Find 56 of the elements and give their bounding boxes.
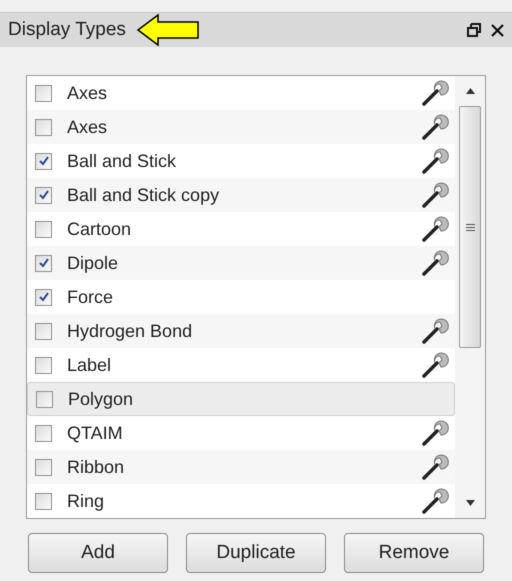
wrench-icon[interactable] <box>421 147 449 175</box>
checkbox[interactable] <box>35 288 52 306</box>
checkbox[interactable] <box>35 152 52 170</box>
check-icon <box>38 155 50 167</box>
close-icon[interactable] <box>491 24 504 36</box>
checkbox[interactable] <box>35 220 52 238</box>
wrench-icon[interactable] <box>421 487 449 515</box>
item-label: Hydrogen Bond <box>67 320 194 343</box>
wrench-icon[interactable] <box>421 113 449 141</box>
wrench-icon[interactable] <box>421 181 449 209</box>
action-button[interactable]: Remove <box>344 533 484 573</box>
item-label: QTAIM <box>67 422 124 444</box>
float-icon[interactable] <box>467 23 481 37</box>
wrench-icon[interactable] <box>421 249 449 277</box>
list-item[interactable]: Polygon <box>27 382 455 416</box>
list-item[interactable]: Dipole <box>27 246 455 280</box>
item-label: Force <box>67 286 114 308</box>
checkbox[interactable] <box>36 390 53 408</box>
item-label: Axes <box>67 82 108 104</box>
item-label: Ring <box>67 490 106 513</box>
list-item[interactable]: Hydrogen Bond <box>27 314 455 348</box>
item-label: Cartoon <box>67 218 132 240</box>
item-label: Label <box>67 354 112 376</box>
wrench-icon[interactable] <box>421 317 449 345</box>
list-item[interactable]: Ball and Stick copy <box>27 178 455 212</box>
checkbox[interactable] <box>35 254 52 272</box>
checkbox[interactable] <box>35 492 52 510</box>
scrollbar[interactable] <box>455 76 485 518</box>
arrow-icon <box>136 13 200 47</box>
scroll-thumb[interactable] <box>459 106 481 348</box>
panel-title: Display Types <box>8 18 126 42</box>
check-icon <box>38 257 50 269</box>
list-item[interactable]: Axes <box>27 110 455 144</box>
checkbox[interactable] <box>35 458 52 476</box>
item-label: Dipole <box>67 252 120 275</box>
checkbox[interactable] <box>35 322 52 340</box>
item-label: Ball and Stick <box>67 150 178 172</box>
item-label: Ribbon <box>67 456 126 478</box>
action-button[interactable]: Add <box>28 533 168 573</box>
wrench-icon[interactable] <box>421 351 449 379</box>
check-icon <box>38 291 50 303</box>
list-item[interactable]: Ribbon <box>27 450 455 484</box>
action-button[interactable]: Duplicate <box>186 533 326 573</box>
checkbox[interactable] <box>35 424 52 442</box>
item-label: Axes <box>67 116 108 138</box>
wrench-icon[interactable] <box>421 79 449 107</box>
check-icon <box>38 189 50 201</box>
checkbox[interactable] <box>35 84 52 102</box>
checkbox[interactable] <box>35 186 52 204</box>
item-label: Polygon <box>68 388 134 411</box>
wrench-icon[interactable] <box>421 453 449 481</box>
checkbox[interactable] <box>35 118 52 136</box>
wrench-icon[interactable] <box>421 419 449 447</box>
checkbox[interactable] <box>35 356 52 374</box>
item-label: Ball and Stick copy <box>67 184 220 207</box>
wrench-icon[interactable] <box>421 215 449 243</box>
